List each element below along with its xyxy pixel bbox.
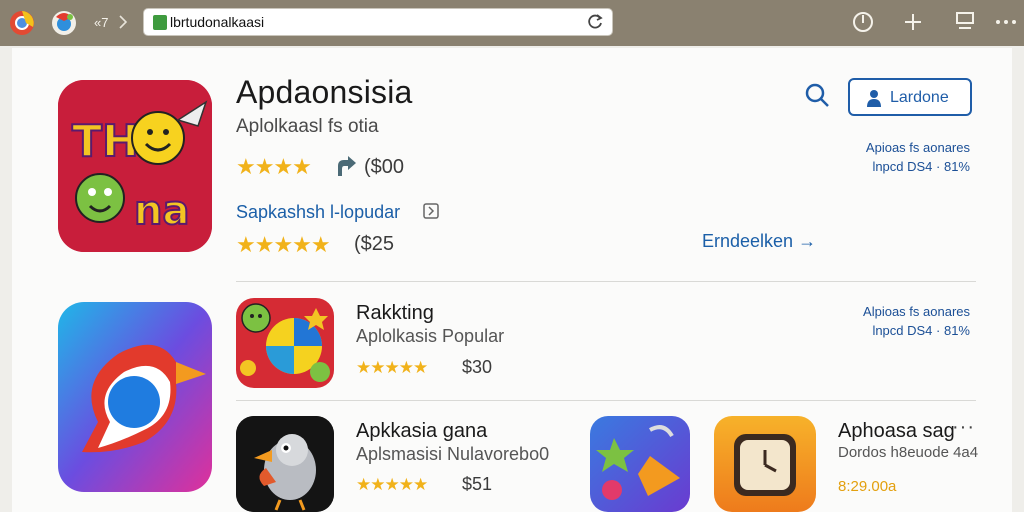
- rating-stars: ★★★★★: [356, 475, 428, 494]
- app-description: Dordos h8euode 4a4: [838, 444, 979, 461]
- app-name[interactable]: Aphoasa sag: [838, 420, 955, 443]
- browser-app-icon[interactable]: [50, 9, 78, 37]
- app-price: $51: [462, 474, 493, 494]
- info-line: lnpcd DS4 · 81%: [872, 323, 970, 338]
- app-price-secondary: ($25: [354, 233, 395, 255]
- share-icon[interactable]: [334, 156, 356, 178]
- power-icon[interactable]: [852, 11, 874, 33]
- address-text[interactable]: lbrtudonalkaasi: [170, 14, 264, 30]
- search-icon[interactable]: [804, 82, 830, 108]
- see-more-link[interactable]: Erndeelken →: [702, 231, 816, 252]
- info-line: Apioas fs aonares: [865, 140, 970, 155]
- app-description: Aplsmasisi Nulavorebo0: [356, 444, 550, 464]
- bird-logo-icon: [58, 302, 212, 492]
- more-icon[interactable]: [995, 19, 1017, 25]
- tab-indicator[interactable]: «7: [94, 15, 108, 30]
- window-icon[interactable]: [955, 11, 975, 33]
- divider: [236, 281, 976, 282]
- user-icon: [867, 90, 881, 107]
- parrot-icon: [236, 416, 334, 512]
- cartoon-characters-icon: TH na: [58, 80, 212, 252]
- svg-text:TH: TH: [72, 116, 139, 167]
- divider: [236, 400, 976, 401]
- more-options-icon[interactable]: ···: [952, 416, 975, 439]
- clock-app-icon[interactable]: [714, 416, 816, 512]
- app-price: $30: [462, 357, 493, 377]
- app-price: 8:29.00a: [838, 478, 897, 495]
- parrot-app-icon[interactable]: [236, 416, 334, 512]
- game-app-icon[interactable]: [590, 416, 690, 512]
- app-title: Apdaonsisia: [236, 74, 413, 110]
- external-link-icon[interactable]: [422, 202, 440, 220]
- puzzle-game-icon: [236, 298, 334, 388]
- app-description: Aplolkasis Popular: [356, 326, 505, 346]
- rating-stars: ★★★★: [236, 154, 312, 179]
- lock-icon: [153, 15, 167, 30]
- bird-app-icon[interactable]: [58, 302, 212, 492]
- ranking-info-summary: Alpioas fs aonares lnpcd DS4 · 81%: [810, 302, 970, 340]
- install-button[interactable]: Lardone: [848, 78, 972, 116]
- app-subtitle: Aplolkaasl fs otia: [236, 116, 379, 137]
- rating-stars-secondary: ★★★★★: [236, 232, 331, 257]
- featured-app-icon[interactable]: TH na: [58, 80, 212, 252]
- app-name[interactable]: Rakkting: [356, 302, 434, 325]
- svg-text:na: na: [134, 188, 189, 234]
- app-name[interactable]: Apkkasia gana: [356, 420, 487, 443]
- info-line: lnpcd DS4 · 81%: [872, 159, 970, 174]
- chevron-right-icon[interactable]: [119, 15, 127, 29]
- reload-icon[interactable]: [586, 13, 604, 31]
- app-info-summary: Apioas fs aonares lnpcd DS4 · 81%: [810, 138, 970, 176]
- browser-toolbar: «7 lbrtudonalkaasi: [0, 0, 1024, 46]
- install-button-label: Lardone: [890, 89, 949, 106]
- ranking-app-icon[interactable]: [236, 298, 334, 388]
- address-bar[interactable]: lbrtudonalkaasi: [143, 8, 613, 36]
- info-line: Alpioas fs aonares: [863, 304, 970, 319]
- app-price: ($00: [364, 156, 405, 178]
- colorful-game-icon: [590, 416, 690, 512]
- rating-stars: ★★★★★: [356, 358, 428, 377]
- app-store-page: TH na Apdaonsisia Aplolkaasl fs otia ★★★…: [12, 48, 1012, 512]
- clock-icon: [714, 416, 816, 512]
- category-link[interactable]: Sapkashsh l-lopudar: [236, 202, 400, 223]
- add-icon[interactable]: [903, 12, 923, 32]
- browser-logo-icon[interactable]: [8, 9, 36, 37]
